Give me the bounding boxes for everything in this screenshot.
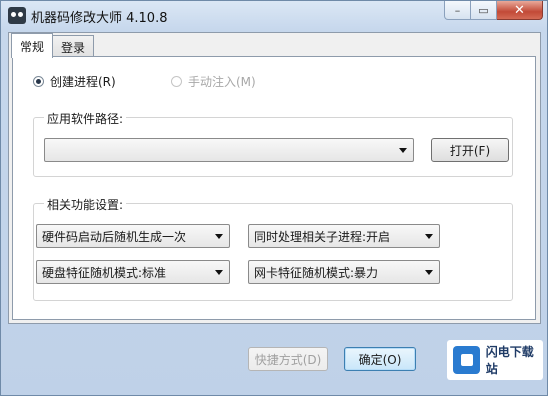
chevron-down-icon[interactable] <box>425 270 433 275</box>
radio-manual-inject: 手动注入(M) <box>171 73 256 90</box>
child-process-value: 同时处理相关子进程:开启 <box>254 229 391 244</box>
window-controls: – ▭ ✕ <box>444 1 543 21</box>
tab-general[interactable]: 常规 <box>11 33 54 58</box>
ok-button[interactable]: 确定(O) <box>344 347 416 371</box>
chevron-down-icon[interactable] <box>215 234 223 239</box>
minimize-button[interactable]: – <box>444 1 471 20</box>
hardware-code-value: 硬件码启动后随机生成一次 <box>42 229 187 244</box>
shortcut-button: 快捷方式(D) <box>248 347 328 371</box>
client-area: 常规 登录 创建进程(R) 手动注入(M) 应用软件路径: 打开(F) 相关功能… <box>8 32 541 324</box>
nic-mode-select[interactable]: 网卡特征随机模式:暴力 <box>248 260 440 284</box>
software-path-group: 应用软件路径: 打开(F) <box>33 110 513 177</box>
watermark-text: 闪电下载站 <box>485 345 534 376</box>
chevron-down-icon[interactable] <box>215 270 223 275</box>
software-path-group-label: 应用软件路径: <box>44 110 127 127</box>
close-button[interactable]: ✕ <box>497 1 543 20</box>
tab-panel-general: 创建进程(R) 手动注入(M) 应用软件路径: 打开(F) 相关功能设置: 硬件… <box>12 56 536 320</box>
radio-dot <box>171 76 182 87</box>
settings-group: 相关功能设置: 硬件码启动后随机生成一次 同时处理相关子进程:开启 硬盘特征随机… <box>33 196 513 301</box>
app-icon <box>8 7 26 24</box>
chevron-down-icon[interactable] <box>399 148 407 153</box>
nic-mode-value: 网卡特征随机模式:暴力 <box>254 265 379 280</box>
radio-manual-inject-label: 手动注入(M) <box>188 75 256 89</box>
settings-group-label: 相关功能设置: <box>44 196 127 213</box>
watermark: 闪电下载站 <box>447 340 543 380</box>
radio-create-process[interactable]: 创建进程(R) <box>33 73 116 90</box>
disk-mode-value: 硬盘特征随机模式:标准 <box>42 265 167 280</box>
maximize-button[interactable]: ▭ <box>471 1 497 20</box>
tab-login[interactable]: 登录 <box>52 35 95 58</box>
title-bar[interactable]: 机器码修改大师 4.10.8 – ▭ ✕ <box>1 1 547 31</box>
software-path-combo[interactable] <box>44 138 414 162</box>
chevron-down-icon[interactable] <box>425 234 433 239</box>
app-window: 机器码修改大师 4.10.8 – ▭ ✕ 常规 登录 创建进程(R) 手动注入(… <box>0 0 548 396</box>
disk-mode-select[interactable]: 硬盘特征随机模式:标准 <box>36 260 230 284</box>
child-process-select[interactable]: 同时处理相关子进程:开启 <box>248 224 440 248</box>
hardware-code-select[interactable]: 硬件码启动后随机生成一次 <box>36 224 230 248</box>
tab-bar: 常规 登录 <box>11 33 95 58</box>
download-site-logo-icon <box>453 346 480 374</box>
window-title: 机器码修改大师 4.10.8 <box>31 11 168 26</box>
radio-dot[interactable] <box>33 76 44 87</box>
open-button[interactable]: 打开(F) <box>431 138 509 162</box>
radio-create-process-label: 创建进程(R) <box>50 75 116 89</box>
